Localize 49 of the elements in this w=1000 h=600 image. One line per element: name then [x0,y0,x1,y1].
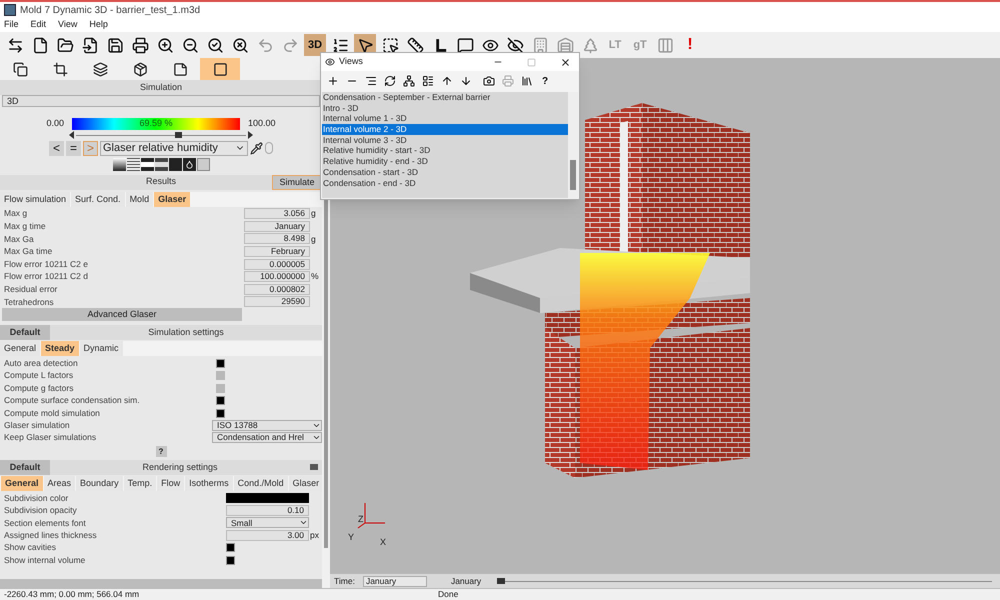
result-label: Flow error 10211 C2 d [3,270,89,284]
axis-label: X [380,536,386,549]
setting-label: Show internal volume [3,554,86,567]
section-title: Results [144,175,177,188]
section-title: Rendering settings [141,460,219,474]
result-value: 0.000005 [244,258,310,270]
time-reading: January [450,574,482,588]
setting-label: Compute g factors [3,382,74,395]
setting-label: Subdivision opacity [3,504,78,517]
setting-label: Compute L factors [3,369,74,382]
axis-label: Y [348,531,354,544]
result-label: Flow error 10211 C2 e [3,258,89,271]
unit-label: g [310,232,317,246]
setting-label: Assigned lines thickness [3,528,98,542]
result-label: Max Ga [3,232,35,246]
scale-min: 0.00 [46,117,64,130]
result-value: 100.000000 [244,271,310,282]
scale-max: 100.00 [248,117,276,130]
result-label: Max g time [3,220,47,233]
window-title: Mold 7 Dynamic 3D - barrier_test_1.m3d [20,4,200,18]
setting-label: Keep Glaser simulations [3,431,98,444]
setting-label: Compute surface condensation sim. [3,394,141,407]
result-value: 0.000802 [244,284,310,295]
result-label: Residual error [3,282,58,296]
result-label: Max g [3,207,28,220]
unit-label: px [309,528,319,542]
section-title: Simulation [138,80,184,94]
dialog-title: Views [339,55,364,68]
result-value: 3.056 [244,208,310,220]
setting-label: Section elements font [3,516,87,530]
setting-label: Auto area detection [3,357,79,370]
setting-label: Glaser simulation [3,419,71,432]
unit-label: g [310,207,317,220]
unit-label: % [310,270,320,284]
result-value: 29590 [244,296,310,308]
result-label: Tetrahedrons [3,296,55,308]
color-scale-bar: 69.59 % [72,118,240,130]
result-value: January [244,220,310,232]
result-label: Max Ga time [3,245,54,258]
status-message: Done [438,588,458,600]
axis-label: Z [358,513,364,526]
result-value: February [244,246,310,258]
result-value: 8.498 [244,233,310,244]
setting-label: Show cavities [3,541,57,554]
coordinates-status: -2260.43 mm; 0.00 mm; 566.04 mm [3,588,140,600]
section-title: Simulation settings [147,326,225,339]
setting-label: Compute mold simulation [3,406,101,420]
time-label: Time: [334,574,355,588]
setting-label: Subdivision color [3,492,70,505]
